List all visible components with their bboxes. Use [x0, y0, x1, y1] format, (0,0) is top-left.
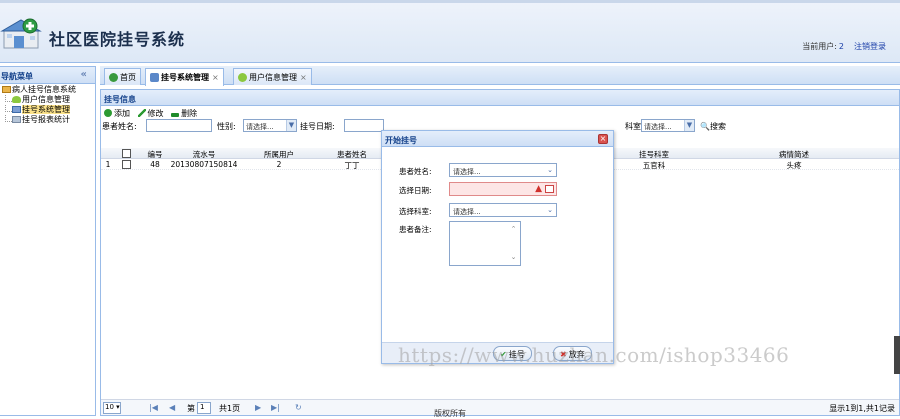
- dialog-title: 开始挂号: [382, 131, 613, 147]
- tab-user-management[interactable]: 用户信息管理 ×: [233, 68, 312, 85]
- cell-user: 2: [276, 160, 282, 169]
- dept-select[interactable]: 请选择... ▼: [641, 119, 695, 132]
- toolbar: 添加 修改 删除: [101, 106, 899, 119]
- row-checkbox[interactable]: [122, 160, 131, 169]
- cell-dept: 五官科: [642, 161, 666, 170]
- warning-icon: ▲: [535, 184, 542, 194]
- dialog-body: 患者姓名: 请选择... ⌄ 选择日期: ▲ 选择科室: 请选择... ⌄ 患者备注…: [382, 148, 613, 344]
- dept-row: 选择科室: 请选择... ⌄: [382, 203, 612, 217]
- app-header: 社区医院挂号系统 当前用户: 2 注销登录: [0, 0, 900, 63]
- dept-label: 选择科室:: [399, 207, 432, 216]
- tree-item-user-management[interactable]: 用户信息管理: [0, 95, 95, 105]
- nav-panel: 导航菜单 « 病人挂号信息系统 用户信息管理 挂号系统管理 挂号报表统计: [0, 66, 96, 416]
- edit-button[interactable]: 修改: [137, 108, 164, 119]
- side-widget[interactable]: [894, 336, 900, 374]
- cell-description: 头疼: [786, 161, 802, 170]
- cell-patient: 丁丁: [344, 161, 360, 170]
- logout-link[interactable]: 注销登录: [854, 42, 886, 51]
- dept-select[interactable]: 请选择... ⌄: [449, 203, 557, 217]
- add-button[interactable]: 添加: [104, 108, 130, 119]
- patient-name-label: 患者姓名:: [399, 167, 432, 176]
- stat-icon: [12, 116, 21, 123]
- cell-id: 48: [150, 160, 160, 169]
- tree-item-registration-management[interactable]: 挂号系统管理: [0, 105, 95, 115]
- tree-item-report-statistics[interactable]: 挂号报表统计: [0, 115, 95, 125]
- footer-copyright: 版权所有: [434, 409, 466, 418]
- date-picker[interactable]: ▲: [449, 182, 557, 196]
- note-row: 患者备注: ⌃ ⌄: [382, 221, 612, 271]
- chevron-down-icon: ⌄: [547, 206, 553, 214]
- add-icon: [104, 109, 112, 117]
- header-topline: [0, 0, 900, 3]
- book-icon: [150, 73, 159, 82]
- delete-icon: [171, 113, 180, 117]
- registration-dialog: 开始挂号 × 患者姓名: 请选择... ⌄ 选择日期: ▲ 选择科室: 请选择..…: [381, 130, 614, 364]
- patient-name-select[interactable]: 请选择... ⌄: [449, 163, 557, 177]
- date-label: 挂号日期:: [300, 122, 335, 131]
- close-icon[interactable]: ×: [598, 134, 608, 144]
- patient-name-input[interactable]: [146, 119, 212, 132]
- collapse-icon[interactable]: «: [81, 69, 87, 80]
- gender-label: 性别:: [217, 122, 236, 131]
- select-all-checkbox[interactable]: [122, 149, 131, 158]
- app-title: 社区医院挂号系统: [49, 30, 186, 49]
- calendar-icon[interactable]: [545, 185, 554, 193]
- current-user-value: 2: [838, 42, 844, 51]
- date-label: 选择日期:: [399, 186, 432, 195]
- scrollbar[interactable]: ⌃ ⌄: [509, 222, 518, 265]
- delete-button[interactable]: 删除: [171, 108, 197, 119]
- folder-icon: [2, 86, 11, 93]
- nav-header: 导航菜单 «: [0, 67, 95, 84]
- user-area: 当前用户: 2 注销登录: [802, 41, 886, 52]
- nav-tree: 病人挂号信息系统 用户信息管理 挂号系统管理 挂号报表统计: [0, 84, 95, 125]
- search-button[interactable]: 🔍搜索: [700, 121, 726, 132]
- chevron-down-icon: ▼: [684, 120, 694, 131]
- note-textarea[interactable]: ⌃ ⌄: [449, 221, 521, 266]
- tab-registration-management[interactable]: 挂号系统管理 ×: [145, 68, 224, 86]
- panel-title: 挂号信息: [101, 90, 899, 106]
- chevron-down-icon: ▼: [286, 120, 296, 131]
- user-icon: [12, 96, 21, 103]
- chevron-down-icon: ⌄: [547, 166, 553, 174]
- tab-close-icon[interactable]: ×: [212, 73, 219, 82]
- current-user-label: 当前用户:: [802, 42, 837, 51]
- book-icon: [12, 106, 21, 113]
- hospital-logo-icon: [0, 18, 42, 49]
- nav-title: 导航菜单: [1, 72, 33, 81]
- home-icon: [109, 73, 118, 82]
- date-input[interactable]: [344, 119, 384, 132]
- gender-select[interactable]: 请选择... ▼: [243, 119, 297, 132]
- date-row: 选择日期: ▲: [382, 182, 612, 196]
- row-number: 1: [105, 160, 111, 169]
- tab-home[interactable]: 首页: [104, 68, 141, 85]
- patient-name-row: 患者姓名: 请选择... ⌄: [382, 163, 612, 177]
- edit-icon: [137, 109, 146, 117]
- search-icon: 🔍: [700, 122, 710, 131]
- cell-serial: 20130807150814: [170, 160, 238, 169]
- patient-name-label: 患者姓名:: [102, 122, 137, 131]
- tab-bar: 首页 挂号系统管理 × 用户信息管理 ×: [100, 66, 900, 86]
- tree-item-root[interactable]: 病人挂号信息系统: [0, 85, 95, 95]
- note-label: 患者备注:: [399, 225, 432, 234]
- tab-close-icon[interactable]: ×: [300, 73, 307, 82]
- watermark: https://www.huzhan.com/ishop33466: [398, 343, 790, 367]
- user-icon: [238, 73, 247, 82]
